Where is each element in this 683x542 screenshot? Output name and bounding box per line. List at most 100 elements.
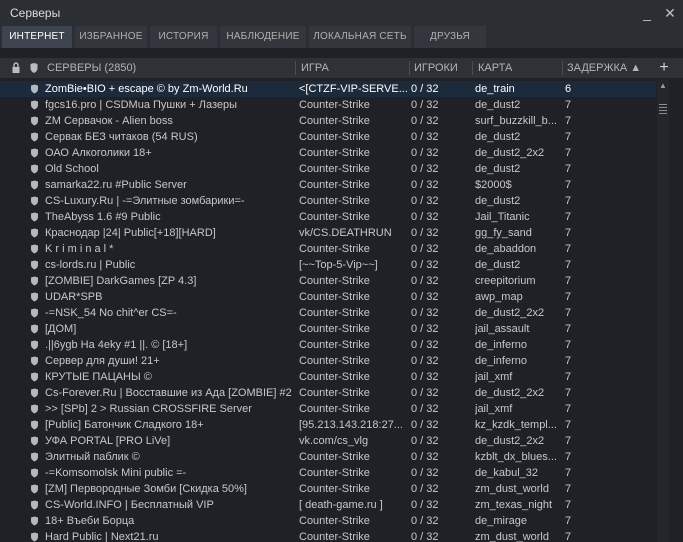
favorite-shield-icon[interactable] bbox=[30, 225, 42, 241]
table-row[interactable]: 18+ Въеби Борца Counter-Strike 0 / 32 de_m… bbox=[0, 513, 656, 529]
server-latency: 6 bbox=[565, 83, 572, 95]
favorite-shield-icon[interactable] bbox=[30, 81, 42, 97]
tab-favorites[interactable]: ИЗБРАННОЕ bbox=[75, 26, 147, 48]
favorite-shield-icon[interactable] bbox=[30, 481, 42, 497]
server-map: de_inferno bbox=[475, 339, 527, 351]
table-row[interactable]: ZM Сервачок - Alien boss Counter-Strike 0 … bbox=[0, 113, 656, 129]
table-row[interactable]: K r i m i n a l * Counter-Strike 0 / 32 de_… bbox=[0, 241, 656, 257]
favorite-shield-icon[interactable] bbox=[30, 305, 42, 321]
favorite-shield-icon[interactable] bbox=[30, 257, 42, 273]
column-divider[interactable] bbox=[409, 61, 410, 75]
favorite-shield-icon[interactable] bbox=[30, 513, 42, 529]
favorite-shield-icon[interactable] bbox=[30, 241, 42, 257]
table-row[interactable]: >> [SPb] 2 > Russian CROSSFIRE Server Cou… bbox=[0, 401, 656, 417]
table-row[interactable]: CS-World.INFO | Бесплатный VIP [ death-ga… bbox=[0, 497, 656, 513]
table-row[interactable]: Сервак БЕЗ читаков (54 RUS) Counter-Strik… bbox=[0, 129, 656, 145]
column-map[interactable]: КАРТА bbox=[478, 58, 558, 78]
column-players[interactable]: ИГРОКИ bbox=[414, 58, 470, 78]
favorite-shield-icon[interactable] bbox=[30, 113, 42, 129]
favorite-shield-icon[interactable] bbox=[30, 529, 42, 542]
server-name: cs-lords.ru | Public bbox=[45, 259, 136, 271]
server-map: zm_dust_world bbox=[475, 531, 549, 542]
title-bar: Серверы _ ✕ bbox=[0, 0, 683, 26]
server-name: CS-World.INFO | Бесплатный VIP bbox=[45, 499, 214, 511]
favorite-shield-icon[interactable] bbox=[30, 129, 42, 145]
scrollbar[interactable]: ▲ bbox=[657, 80, 669, 542]
table-row[interactable]: fgcs16.pro | CSDMua Пушки + Лазеры Counte… bbox=[0, 97, 656, 113]
table-row[interactable]: UDAR*SPB Counter-Strike 0 / 32 awp_map 7 bbox=[0, 289, 656, 305]
scroll-thumb[interactable] bbox=[659, 104, 667, 114]
server-game: Counter-Strike bbox=[299, 179, 370, 191]
shield-icon[interactable] bbox=[29, 58, 41, 78]
table-row[interactable]: УФА PORTAL [PRO LiVe] vk.com/cs_vlg 0 / 32… bbox=[0, 433, 656, 449]
column-divider[interactable] bbox=[295, 61, 296, 75]
favorite-shield-icon[interactable] bbox=[30, 97, 42, 113]
favorite-shield-icon[interactable] bbox=[30, 449, 42, 465]
favorite-shield-icon[interactable] bbox=[30, 401, 42, 417]
tab-friends[interactable]: ДРУЗЬЯ bbox=[414, 26, 486, 48]
table-row[interactable]: Cs-Forever.Ru | Восставшие из Ада [ZOMBI… bbox=[0, 385, 656, 401]
table-row[interactable]: ОАО Алкоголики 18+ Counter-Strike 0 / 32 de… bbox=[0, 145, 656, 161]
favorite-shield-icon[interactable] bbox=[30, 465, 42, 481]
server-game: <[CTZF-VIP-SERVE... bbox=[299, 83, 408, 95]
favorite-shield-icon[interactable] bbox=[30, 353, 42, 369]
server-latency: 7 bbox=[565, 179, 572, 191]
favorite-shield-icon[interactable] bbox=[30, 385, 42, 401]
server-latency: 7 bbox=[565, 275, 572, 287]
lock-icon[interactable] bbox=[11, 58, 23, 78]
scroll-up-arrow-icon[interactable]: ▲ bbox=[657, 80, 669, 92]
table-row[interactable]: [ZOMBIE] DarkGames [ZP 4.3] Counter-Strik… bbox=[0, 273, 656, 289]
server-players: 0 / 32 bbox=[411, 115, 439, 127]
column-latency[interactable]: ЗАДЕРЖКА ▲ bbox=[567, 58, 647, 78]
favorite-shield-icon[interactable] bbox=[30, 145, 42, 161]
table-row[interactable]: ZomBie•BIO + escape © by Zm-World.Ru <[CT… bbox=[0, 81, 656, 97]
table-row[interactable]: Old School Counter-Strike 0 / 32 de_dust2 7 bbox=[0, 161, 656, 177]
server-game: Counter-Strike bbox=[299, 483, 370, 495]
minimize-button[interactable]: _ bbox=[637, 3, 657, 23]
favorite-shield-icon[interactable] bbox=[30, 273, 42, 289]
column-servers[interactable]: СЕРВЕРЫ (2850) bbox=[47, 58, 287, 78]
favorite-shield-icon[interactable] bbox=[30, 209, 42, 225]
favorite-shield-icon[interactable] bbox=[30, 433, 42, 449]
table-row[interactable]: samarka22.ru #Public Server Counter-Strik… bbox=[0, 177, 656, 193]
table-row[interactable]: Hard Public | Next21.ru Counter-Strike 0 /… bbox=[0, 529, 656, 542]
table-row[interactable]: Краснодар |24| Public[+18][HARD] vk/CS.DE… bbox=[0, 225, 656, 241]
column-divider[interactable] bbox=[472, 61, 473, 75]
tab-history[interactable]: ИСТОРИЯ bbox=[150, 26, 217, 48]
favorite-shield-icon[interactable] bbox=[30, 337, 42, 353]
favorite-shield-icon[interactable] bbox=[30, 177, 42, 193]
favorite-shield-icon[interactable] bbox=[30, 289, 42, 305]
table-row[interactable]: Элитный паблик © Counter-Strike 0 / 32 kzbl… bbox=[0, 449, 656, 465]
tab-lan[interactable]: ЛОКАЛЬНАЯ СЕТЬ bbox=[309, 26, 411, 48]
favorite-shield-icon[interactable] bbox=[30, 321, 42, 337]
server-name: .||6ygb На 4eky #1 ||. © [18+] bbox=[45, 339, 188, 351]
tab-internet[interactable]: ИНТЕРНЕТ bbox=[2, 26, 72, 48]
favorite-shield-icon[interactable] bbox=[30, 369, 42, 385]
column-game[interactable]: ИГРА bbox=[301, 58, 401, 78]
table-row[interactable]: -=Komsomolsk Mini public =- Counter-Strik… bbox=[0, 465, 656, 481]
table-row[interactable]: -=NSK_54 No chit^er CS=- Counter-Strike 0 … bbox=[0, 305, 656, 321]
close-button[interactable]: ✕ bbox=[660, 3, 680, 23]
server-map: de_kabul_32 bbox=[475, 467, 539, 479]
favorite-shield-icon[interactable] bbox=[30, 417, 42, 433]
table-row[interactable]: TheAbyss 1.6 #9 Public Counter-Strike 0 / … bbox=[0, 209, 656, 225]
add-server-button[interactable]: + bbox=[654, 58, 674, 78]
table-row[interactable]: cs-lords.ru | Public [~~Top-5-Vip~~] 0 / 3… bbox=[0, 257, 656, 273]
column-divider[interactable] bbox=[562, 61, 563, 75]
table-row[interactable]: [ZM] Первородные Зомби [Скидка 50%] Count… bbox=[0, 481, 656, 497]
tab-spectate[interactable]: НАБЛЮДЕНИЕ bbox=[220, 26, 306, 48]
server-name: Элитный паблик © bbox=[45, 451, 140, 463]
table-row[interactable]: [ДОМ] Counter-Strike 0 / 32 jail_assault 7 bbox=[0, 321, 656, 337]
server-map: $2000$ bbox=[475, 179, 512, 191]
table-row[interactable]: КРУТЫЕ ПАЦАНЫ © Counter-Strike 0 / 32 jail_… bbox=[0, 369, 656, 385]
table-row[interactable]: Сервер для души! 21+ Counter-Strike 0 / 32… bbox=[0, 353, 656, 369]
table-row[interactable]: [Public] Батончик Сладкого 18+ [95.213.14… bbox=[0, 417, 656, 433]
table-row[interactable]: .||6ygb На 4eky #1 ||. © [18+] Counter-St… bbox=[0, 337, 656, 353]
favorite-shield-icon[interactable] bbox=[30, 193, 42, 209]
table-row[interactable]: CS-Luxury.Ru | -=Элитные зомбарики=- Coun… bbox=[0, 193, 656, 209]
favorite-shield-icon[interactable] bbox=[30, 161, 42, 177]
server-map: surf_buzzkill_b... bbox=[475, 115, 557, 127]
server-latency: 7 bbox=[565, 243, 572, 255]
server-name: Cs-Forever.Ru | Восставшие из Ада [ZOMBI… bbox=[45, 387, 292, 399]
favorite-shield-icon[interactable] bbox=[30, 497, 42, 513]
